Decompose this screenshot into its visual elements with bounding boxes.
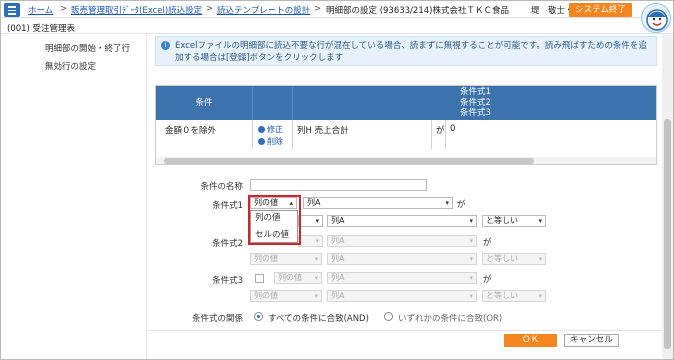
relation-label: 条件式の関係 <box>191 314 243 324</box>
chevron-down-icon: ▾ <box>314 292 318 300</box>
chevron-down-icon: ▾ <box>538 292 542 300</box>
expr3-value-type-select[interactable]: 列の値 ▾ <box>274 272 322 284</box>
arrow-circle-icon <box>258 138 265 145</box>
cell-expr-column: 列H 売上合計 <box>293 120 432 149</box>
expr3-particle: が <box>483 275 492 285</box>
expr1-operator-select[interactable]: と等しい ▾ <box>482 215 546 227</box>
info-message: i Excelファイルの明細部に読込不要な行が混在している場合、読まずに無視する… <box>155 36 657 66</box>
chevron-down-icon: ▾ <box>314 255 318 263</box>
sidebar: 明細部の開始・終了行 無効行の設定 <box>1 34 145 359</box>
cancel-button[interactable]: キャンセル <box>564 334 619 347</box>
info-text: Excelファイルの明細部に読込不要な行が混在している場合、読まずに無視すること… <box>175 41 647 63</box>
user-menu[interactable]: 堤 敬士 ▾ <box>531 4 572 16</box>
expr2-column-select[interactable]: 列A ▾ <box>327 235 477 247</box>
condition-name-label: 条件の名称 <box>200 182 243 192</box>
breadcrumb-separator: > <box>314 4 322 14</box>
chevron-down-icon: ▾ <box>538 217 542 225</box>
conditions-table: 条件 条件式1 条件式2 条件式3 金額０を除外 修正 削除 列H 売上合計 が… <box>155 85 657 165</box>
expr3-operator-select[interactable]: と等しい ▾ <box>482 290 546 302</box>
breadcrumb-separator: > <box>206 4 214 14</box>
scrollbar-thumb[interactable] <box>664 119 671 349</box>
page-subtitle: (001) 受注管理表 <box>7 24 76 34</box>
expr1-column-select[interactable]: 列A ▾ <box>303 197 453 209</box>
relation-or-label[interactable]: いずれかの条件に合致(OR) <box>398 312 502 324</box>
expr2-particle: が <box>483 238 492 248</box>
breadcrumb-current-page: 明細部の設定 (93633/214)株式会社ＴＫＣ食品 <box>326 6 509 16</box>
top-bar: ホーム > 販売管理取引ﾃﾞｰﾀ(Excel)読込設定 > 読込テンプレートの設… <box>1 1 673 33</box>
chevron-down-icon: ▾ <box>469 255 473 263</box>
column-header-expressions: 条件式1 条件式2 条件式3 <box>293 86 656 120</box>
system-end-button[interactable]: システム終了 <box>569 3 632 17</box>
sub-header: (001) 受注管理表 <box>1 19 673 34</box>
expr2-label: 条件式2 <box>212 239 243 249</box>
expr1-label: 条件式1 <box>212 201 243 211</box>
condition-name-input[interactable] <box>250 179 427 191</box>
chevron-down-icon: ▾ <box>538 255 542 263</box>
chevron-down-icon: ▾ <box>315 237 319 245</box>
delete-link[interactable]: 削除 <box>258 136 292 148</box>
chevron-down-icon: ▾ <box>469 217 473 225</box>
header-expr3: 条件式3 <box>460 108 491 118</box>
expr2-value-type-select[interactable]: ▾ <box>298 235 323 247</box>
scrollbar-thumb[interactable] <box>164 158 534 164</box>
page-vertical-scrollbar[interactable] <box>662 34 673 359</box>
cell-expr-particle: が <box>432 120 446 149</box>
expr3-checkbox[interactable] <box>255 274 264 283</box>
edit-link[interactable]: 修正 <box>258 124 292 136</box>
footer-bar: ＯＫ キャンセル <box>146 330 662 350</box>
info-icon: i <box>161 41 170 50</box>
chevron-down-icon: ▾ <box>469 292 473 300</box>
relation-and-label[interactable]: すべての条件に合致(AND) <box>268 312 369 324</box>
chevron-down-icon: ▾ <box>315 217 319 225</box>
column-header-actions <box>253 86 293 120</box>
highlight-box <box>248 195 301 245</box>
expr3-column-select[interactable]: 列A ▾ <box>327 272 477 284</box>
cell-actions: 修正 削除 <box>253 120 293 149</box>
header-expr1: 条件式1 <box>460 87 491 97</box>
chevron-down-icon: ▾ <box>469 237 473 245</box>
expr3-value-column-select[interactable]: 列A ▾ <box>327 290 477 302</box>
chevron-down-icon: ▾ <box>314 274 318 282</box>
column-header-condition: 条件 <box>156 86 253 120</box>
expr3-label: 条件式3 <box>212 276 243 286</box>
sidebar-item-invalid-rows[interactable]: 無効行の設定 <box>45 60 96 72</box>
expr1-particle: が <box>457 200 466 210</box>
sidebar-item-detail-range[interactable]: 明細部の開始・終了行 <box>45 42 130 54</box>
expr1-value-column-select[interactable]: 列A ▾ <box>327 215 477 227</box>
chevron-down-icon: ▾ <box>445 199 449 207</box>
relation-and-radio[interactable] <box>254 312 263 321</box>
breadcrumb-excel-settings[interactable]: 販売管理取引ﾃﾞｰﾀ(Excel)読込設定 <box>71 4 202 16</box>
hamburger-menu-icon[interactable] <box>4 3 20 17</box>
expr2-operator-select[interactable]: と等しい ▾ <box>482 253 546 265</box>
cell-condition-name: 金額０を除外 <box>156 120 253 149</box>
expr1-sub-select[interactable]: ▾ <box>298 215 323 227</box>
breadcrumb-separator: > <box>60 4 68 14</box>
relation-or-radio[interactable] <box>384 312 393 321</box>
chevron-down-icon: ▾ <box>469 274 473 282</box>
breadcrumb-template-design[interactable]: 読込テンプレートの設計 <box>217 4 310 16</box>
ok-button[interactable]: ＯＫ <box>504 334 557 347</box>
expr2-value-column-select[interactable]: 列A ▾ <box>327 253 477 265</box>
cell-expr-value: 0 <box>450 124 456 134</box>
expr2-value-type2-select[interactable]: 列の値 ▾ <box>250 253 322 265</box>
main-panel: i Excelファイルの明細部に読込不要な行が混在している場合、読まずに無視する… <box>146 34 662 359</box>
breadcrumb-home[interactable]: ホーム <box>28 4 53 16</box>
header-expr2: 条件式2 <box>460 97 491 108</box>
table-horizontal-scrollbar[interactable] <box>156 157 656 164</box>
expr3-value-type2-select[interactable]: 列の値 ▾ <box>250 290 322 302</box>
arrow-circle-icon <box>258 126 265 133</box>
